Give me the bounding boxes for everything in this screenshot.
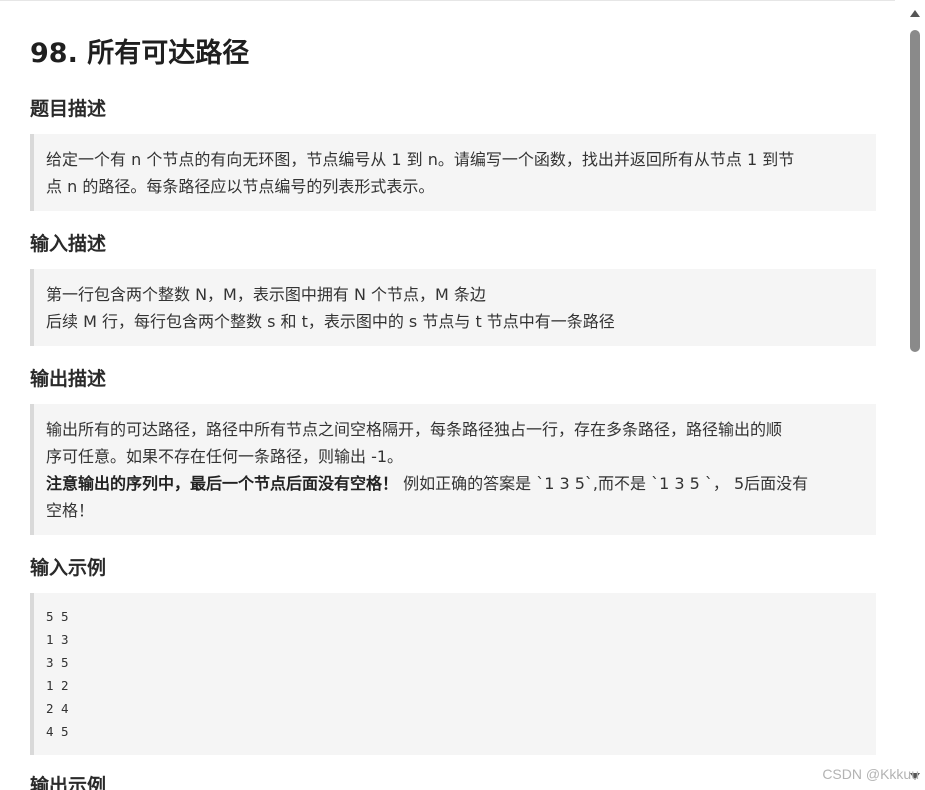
input-description-line: 第一行包含两个整数 N，M，表示图中拥有 N 个节点，M 条边 xyxy=(46,285,486,304)
code-line: 1 3 xyxy=(46,632,69,647)
output-note-last: 空格！ xyxy=(46,501,95,520)
watermark: CSDN @Kkkuu xyxy=(822,766,919,782)
description-block: 给定一个有 n 个节点的有向无环图，节点编号从 1 到 n。请编写一个函数，找出… xyxy=(30,134,876,211)
top-divider xyxy=(0,0,895,1)
code-line: 5 5 xyxy=(46,609,69,624)
output-example-heading: 输出示例 xyxy=(30,775,107,790)
scroll-thumb[interactable] xyxy=(910,30,920,352)
vertical-scrollbar[interactable] xyxy=(908,8,922,782)
input-description-line: 后续 M 行，每行包含两个整数 s 和 t，表示图中的 s 节点与 t 节点中有… xyxy=(46,312,615,331)
output-note-rest: 例如正确的答案是 `1 3 5`,而不是 `1 3 5 `， 5后面没有 xyxy=(398,474,809,493)
page-title: 98. 所有可达路径 xyxy=(30,38,250,69)
output-description-line: 输出所有的可达路径，路径中所有节点之间空格隔开，每条路径独占一行，存在多条路径，… xyxy=(46,420,783,439)
code-line: 3 5 xyxy=(46,655,69,670)
output-bold-note: 注意输出的序列中，最后一个节点后面没有空格！ xyxy=(46,474,399,493)
code-line: 2 4 xyxy=(46,701,69,716)
description-line: 点 n 的路径。每条路径应以节点编号的列表形式表示。 xyxy=(46,177,435,196)
scroll-up-arrow-icon[interactable] xyxy=(910,10,920,17)
input-heading: 输入描述 xyxy=(30,233,107,255)
output-description-block: 输出所有的可达路径，路径中所有节点之间空格隔开，每条路径独占一行，存在多条路径，… xyxy=(30,404,876,535)
output-description-line: 序可任意。如果不存在任何一条路径，则输出 -1。 xyxy=(46,447,404,466)
output-heading: 输出描述 xyxy=(30,368,107,390)
input-description-block: 第一行包含两个整数 N，M，表示图中拥有 N 个节点，M 条边 后续 M 行，每… xyxy=(30,269,876,346)
description-heading: 题目描述 xyxy=(30,98,107,120)
code-line: 4 5 xyxy=(46,724,69,739)
description-line: 给定一个有 n 个节点的有向无环图，节点编号从 1 到 n。请编写一个函数，找出… xyxy=(46,150,795,169)
code-line: 1 2 xyxy=(46,678,69,693)
input-example-code: 5 5 1 3 3 5 1 2 2 4 4 5 xyxy=(30,593,876,755)
problem-content: 98. 所有可达路径 题目描述 给定一个有 n 个节点的有向无环图，节点编号从 … xyxy=(30,36,876,790)
output-note-line: 注意输出的序列中，最后一个节点后面没有空格！ 例如正确的答案是 `1 3 5`,… xyxy=(46,470,860,497)
input-example-heading: 输入示例 xyxy=(30,557,107,579)
